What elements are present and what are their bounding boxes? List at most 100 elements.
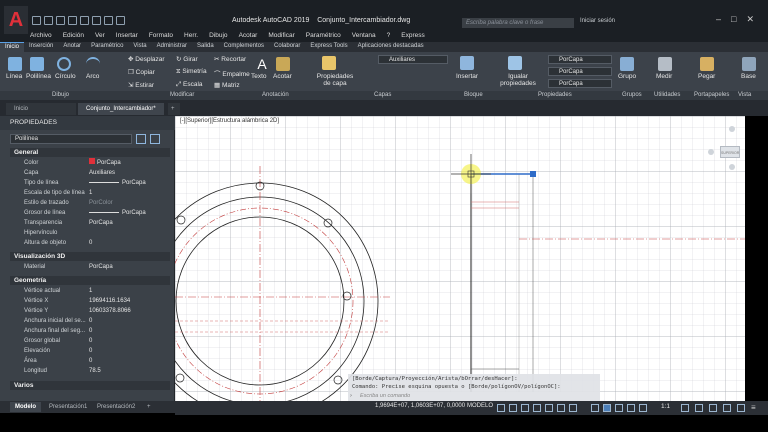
menu-formato[interactable]: Formato (149, 32, 173, 42)
menu-express[interactable]: Express (401, 32, 424, 42)
viewcube-top-face[interactable]: SUPERIOR (720, 146, 740, 158)
menu-herr[interactable]: Herr. (184, 32, 198, 42)
3d-osnap-icon[interactable] (627, 404, 635, 412)
object-type-select[interactable]: Polilínea (10, 134, 132, 144)
prop-row-area[interactable]: Área 0 (14, 356, 170, 366)
new-file-icon[interactable] (32, 16, 41, 25)
panel-title-modify[interactable]: Modificar (170, 92, 194, 98)
lineweight-select[interactable]: PorCapa (548, 79, 612, 88)
panel-title-draw[interactable]: Dibujo (52, 92, 69, 98)
base-view-icon[interactable] (742, 57, 756, 71)
prop-row-color[interactable]: Color PorCapa (14, 158, 170, 168)
isolate-objects-icon[interactable] (737, 404, 745, 412)
menu-archivo[interactable]: Archivo (30, 32, 52, 42)
save-as-icon[interactable] (68, 16, 77, 25)
autocad-logo-icon[interactable]: A (4, 6, 28, 34)
panel-title-clipboard[interactable]: Portapapeles (694, 92, 729, 98)
model-space-button[interactable]: MODELO (467, 403, 493, 409)
file-tab-drawing[interactable]: Conjunto_Intercambiador* (78, 103, 164, 115)
command-input[interactable]: › Escriba un comando (348, 392, 600, 401)
viewcube[interactable]: SUPERIOR (708, 126, 748, 170)
prop-row-start-width[interactable]: Anchura inicial del se... 0 (14, 316, 170, 326)
transparency-toggle-icon[interactable] (603, 404, 611, 412)
panel-title-annotation[interactable]: Anotación (262, 92, 289, 98)
panel-title-layers[interactable]: Capas (374, 92, 391, 98)
viewport-controls-label[interactable]: [-][Superior][Estructura alámbrica 2D] (180, 118, 279, 124)
polyline-icon[interactable] (30, 57, 44, 71)
menu-modificar[interactable]: Modificar (268, 32, 294, 42)
dimension-button[interactable]: Acotar (273, 73, 292, 80)
layout-tab-presentation1[interactable]: Presentación1 (44, 402, 92, 412)
match-properties-button[interactable]: Igualar propiedades (500, 73, 536, 87)
section-geometry[interactable]: Geometría (10, 276, 170, 285)
prop-row-layer[interactable]: Capa Auxiliares (14, 168, 170, 178)
web-mobile-icon[interactable] (80, 16, 89, 25)
scale-button[interactable]: ⤢ Escala (176, 81, 203, 89)
snap-mode-icon[interactable] (509, 404, 517, 412)
compass-south-icon[interactable] (729, 164, 735, 170)
save-icon[interactable] (56, 16, 65, 25)
panel-title-block[interactable]: Bloque (464, 92, 483, 98)
prop-row-linetype-scale[interactable]: Escala de tipo de línea 1 (14, 188, 170, 198)
prop-row-vertex-x[interactable]: Vértice X 19694116.1634 (14, 296, 170, 306)
trim-button[interactable]: ✂ Recortar (214, 55, 246, 63)
prop-row-lineweight[interactable]: Grosor de línea PorCapa (14, 208, 170, 218)
prop-row-vertex-y[interactable]: Vértice Y 10603378.8066 (14, 306, 170, 316)
prop-row-length[interactable]: Longitud 78.5 (14, 366, 170, 376)
lineweight-toggle-icon[interactable] (591, 404, 599, 412)
drawing-canvas[interactable] (175, 116, 745, 401)
prop-row-material[interactable]: Material PorCapa (14, 262, 170, 272)
tab-insercion[interactable]: Inserción (24, 42, 58, 52)
minimize-icon[interactable]: – (716, 14, 721, 25)
paste-button[interactable]: Pegar (698, 73, 715, 80)
quick-properties-icon[interactable] (723, 404, 731, 412)
tab-express-tools[interactable]: Express Tools (305, 42, 352, 52)
prop-row-hyperlink[interactable]: Hipervínculo (14, 228, 170, 238)
measure-icon[interactable] (658, 57, 672, 71)
grip-handle[interactable] (530, 171, 536, 177)
annotation-scale[interactable]: 1:1 (661, 403, 670, 410)
layout-tab-presentation2[interactable]: Presentación2 (92, 402, 140, 412)
move-button[interactable]: ✥ Desplazar (128, 55, 165, 63)
group-icon[interactable] (620, 57, 634, 71)
stretch-button[interactable]: ⇲ Estirar (128, 81, 154, 89)
tab-colaborar[interactable]: Colaborar (269, 42, 305, 52)
tab-complementos[interactable]: Complementos (219, 42, 269, 52)
tab-anotar[interactable]: Anotar (58, 42, 86, 52)
base-button[interactable]: Base (741, 73, 756, 80)
section-3d-visualization[interactable]: Visualización 3D (10, 252, 170, 261)
object-snap-icon[interactable] (569, 404, 577, 412)
insert-block-icon[interactable] (460, 56, 474, 70)
tab-salida[interactable]: Salida (192, 42, 219, 52)
maximize-icon[interactable]: □ (731, 14, 736, 25)
layout-tab-model[interactable]: Modelo (10, 402, 41, 412)
tab-parametrico[interactable]: Paramétrico (86, 42, 128, 52)
annotation-monitor-icon[interactable] (695, 404, 703, 412)
customize-menu-icon[interactable]: ≡ (751, 404, 759, 412)
text-button[interactable]: Texto (251, 73, 267, 80)
menu-help[interactable]: ? (387, 32, 391, 42)
layer-properties-icon[interactable] (322, 56, 336, 70)
tab-inicio[interactable]: Inicio (0, 42, 25, 52)
ortho-mode-icon[interactable] (521, 404, 529, 412)
object-snap-tracking-icon[interactable] (557, 404, 565, 412)
array-button[interactable]: ▦ Matriz (214, 81, 240, 89)
new-tab-plus-icon[interactable]: + (168, 103, 180, 115)
mirror-button[interactable]: ⧖ Simetría (176, 68, 207, 76)
line-icon[interactable] (8, 57, 22, 71)
section-general[interactable]: General (10, 148, 170, 157)
add-layout-plus-icon[interactable]: + (142, 402, 156, 412)
section-misc[interactable]: Varios (10, 381, 170, 390)
tab-vista[interactable]: Vista (128, 42, 151, 52)
coordinate-readout[interactable]: 1,9694E+07, 1,0603E+07, 0,0000 (375, 403, 465, 409)
menu-parametrico[interactable]: Paramétrico (306, 32, 341, 42)
fillet-button[interactable]: ⌒ Empalme (214, 68, 250, 78)
linetype-select[interactable]: PorCapa (548, 67, 612, 76)
group-button[interactable]: Grupo (618, 73, 636, 80)
sign-in-button[interactable]: Iniciar sesión (580, 18, 615, 24)
match-properties-icon[interactable] (508, 56, 522, 70)
copy-button[interactable]: ❐ Copiar (128, 68, 155, 76)
dimension-icon[interactable] (276, 57, 290, 71)
grid-display-icon[interactable] (497, 404, 505, 412)
units-icon[interactable] (709, 404, 717, 412)
